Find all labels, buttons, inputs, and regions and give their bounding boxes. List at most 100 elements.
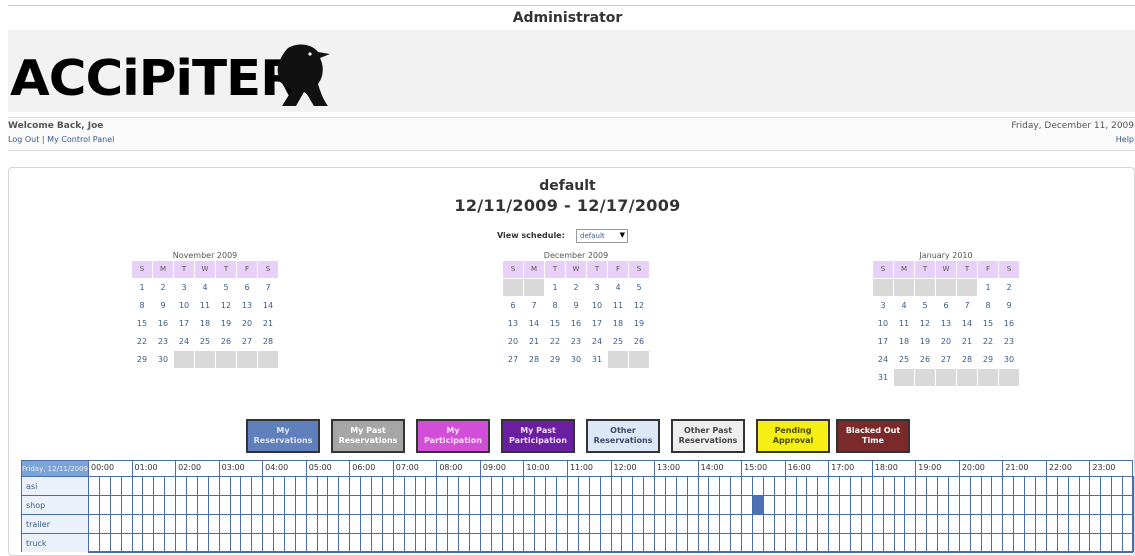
- calendar-day-link[interactable]: 17: [587, 315, 607, 332]
- calendar-day-link[interactable]: 30: [153, 351, 173, 368]
- calendar-day-link[interactable]: 2: [153, 279, 173, 296]
- control-panel-link[interactable]: My Control Panel: [47, 135, 114, 144]
- calendar-day-link[interactable]: 3: [873, 297, 893, 314]
- calendar-day-link[interactable]: 23: [153, 333, 173, 350]
- calendar-day-link[interactable]: 28: [957, 351, 977, 368]
- calendar-day-link[interactable]: 21: [524, 333, 544, 350]
- calendar-day-link[interactable]: 7: [258, 279, 278, 296]
- calendar-day-link[interactable]: 9: [566, 297, 586, 314]
- calendar-day-link[interactable]: 12: [629, 297, 649, 314]
- calendar-day-link[interactable]: 14: [524, 315, 544, 332]
- calendar-day-link[interactable]: 1: [132, 279, 152, 296]
- calendar-day-link[interactable]: 26: [915, 351, 935, 368]
- calendar-day-link[interactable]: 2: [999, 279, 1019, 296]
- calendar-day-link[interactable]: 6: [936, 297, 956, 314]
- calendar-day-link[interactable]: 18: [608, 315, 628, 332]
- calendar-day-link[interactable]: 20: [936, 333, 956, 350]
- calendar-day-link[interactable]: 5: [216, 279, 236, 296]
- calendar-day-link[interactable]: 6: [503, 297, 523, 314]
- calendar-day-link[interactable]: 4: [608, 279, 628, 296]
- calendar-day-link[interactable]: 13: [936, 315, 956, 332]
- calendar-day-link[interactable]: 8: [978, 297, 998, 314]
- calendar-day-link[interactable]: 13: [237, 297, 257, 314]
- calendar-day-link[interactable]: 4: [195, 279, 215, 296]
- calendar-day-link[interactable]: 15: [132, 315, 152, 332]
- resource-label[interactable]: truck: [22, 533, 88, 552]
- calendar-day-link[interactable]: 14: [957, 315, 977, 332]
- calendar-day-link[interactable]: 2: [566, 279, 586, 296]
- calendar-day-link[interactable]: 13: [503, 315, 523, 332]
- calendar-day-link[interactable]: 3: [174, 279, 194, 296]
- calendar-day-link[interactable]: 27: [503, 351, 523, 368]
- calendar-day-link[interactable]: 26: [629, 333, 649, 350]
- calendar-day-link[interactable]: 16: [999, 315, 1019, 332]
- calendar-day-link[interactable]: 24: [587, 333, 607, 350]
- calendar-day-link[interactable]: 18: [195, 315, 215, 332]
- calendar-day-link[interactable]: 14: [258, 297, 278, 314]
- calendar-day-link[interactable]: 29: [545, 351, 565, 368]
- calendar-day-link[interactable]: 30: [566, 351, 586, 368]
- calendar-day-link[interactable]: 7: [524, 297, 544, 314]
- calendar-day-link[interactable]: 27: [936, 351, 956, 368]
- calendar-day-link[interactable]: 15: [978, 315, 998, 332]
- resource-label[interactable]: trailer: [22, 514, 88, 533]
- calendar-day-link[interactable]: 10: [174, 297, 194, 314]
- calendar-day-link[interactable]: 6: [237, 279, 257, 296]
- calendar-day-link[interactable]: 22: [978, 333, 998, 350]
- calendar-day-link[interactable]: 24: [873, 351, 893, 368]
- calendar-day-link[interactable]: 29: [978, 351, 998, 368]
- calendar-day-link[interactable]: 1: [978, 279, 998, 296]
- calendar-day-link[interactable]: 5: [629, 279, 649, 296]
- calendar-day-link[interactable]: 23: [566, 333, 586, 350]
- calendar-day-link[interactable]: 28: [258, 333, 278, 350]
- calendar-day-link[interactable]: 16: [153, 315, 173, 332]
- calendar-day-link[interactable]: 19: [915, 333, 935, 350]
- calendar-day-link[interactable]: 12: [216, 297, 236, 314]
- calendar-day-link[interactable]: 29: [132, 351, 152, 368]
- calendar-day-link[interactable]: 4: [894, 297, 914, 314]
- calendar-day-link[interactable]: 10: [873, 315, 893, 332]
- calendar-day-link[interactable]: 11: [894, 315, 914, 332]
- calendar-day-link[interactable]: 9: [153, 297, 173, 314]
- calendar-day-link[interactable]: 7: [957, 297, 977, 314]
- calendar-day-link[interactable]: 16: [566, 315, 586, 332]
- reservation-block[interactable]: [753, 496, 763, 514]
- calendar-day-link[interactable]: 19: [216, 315, 236, 332]
- calendar-day-link[interactable]: 25: [195, 333, 215, 350]
- calendar-day-link[interactable]: 30: [999, 351, 1019, 368]
- calendar-day-link[interactable]: 8: [132, 297, 152, 314]
- calendar-day-link[interactable]: 21: [957, 333, 977, 350]
- calendar-day-link[interactable]: 26: [216, 333, 236, 350]
- calendar-day-link[interactable]: 10: [587, 297, 607, 314]
- calendar-day-link[interactable]: 27: [237, 333, 257, 350]
- calendar-day-link[interactable]: 5: [915, 297, 935, 314]
- time-slots[interactable]: [88, 476, 1134, 553]
- calendar-day-link[interactable]: 22: [132, 333, 152, 350]
- help-link[interactable]: Help: [1116, 135, 1134, 144]
- calendar-day-link[interactable]: 11: [608, 297, 628, 314]
- calendar-day-link[interactable]: 17: [174, 315, 194, 332]
- calendar-day-link[interactable]: 31: [873, 369, 893, 386]
- calendar-day-link[interactable]: 31: [587, 351, 607, 368]
- calendar-day-link[interactable]: 1: [545, 279, 565, 296]
- schedule-select[interactable]: default ▼: [576, 229, 628, 243]
- logout-link[interactable]: Log Out: [8, 135, 39, 144]
- calendar-day-link[interactable]: 15: [545, 315, 565, 332]
- calendar-day-link[interactable]: 25: [894, 351, 914, 368]
- resource-label[interactable]: shop: [22, 495, 88, 514]
- calendar-day-link[interactable]: 18: [894, 333, 914, 350]
- calendar-day-link[interactable]: 3: [587, 279, 607, 296]
- calendar-day-link[interactable]: 19: [629, 315, 649, 332]
- calendar-day-link[interactable]: 12: [915, 315, 935, 332]
- calendar-day-link[interactable]: 22: [545, 333, 565, 350]
- calendar-day-link[interactable]: 28: [524, 351, 544, 368]
- calendar-day-link[interactable]: 11: [195, 297, 215, 314]
- resource-label[interactable]: asi: [22, 476, 88, 495]
- calendar-day-link[interactable]: 20: [503, 333, 523, 350]
- calendar-day-link[interactable]: 17: [873, 333, 893, 350]
- calendar-day-link[interactable]: 24: [174, 333, 194, 350]
- calendar-day-link[interactable]: 9: [999, 297, 1019, 314]
- calendar-day-link[interactable]: 8: [545, 297, 565, 314]
- calendar-day-link[interactable]: 21: [258, 315, 278, 332]
- calendar-day-link[interactable]: 23: [999, 333, 1019, 350]
